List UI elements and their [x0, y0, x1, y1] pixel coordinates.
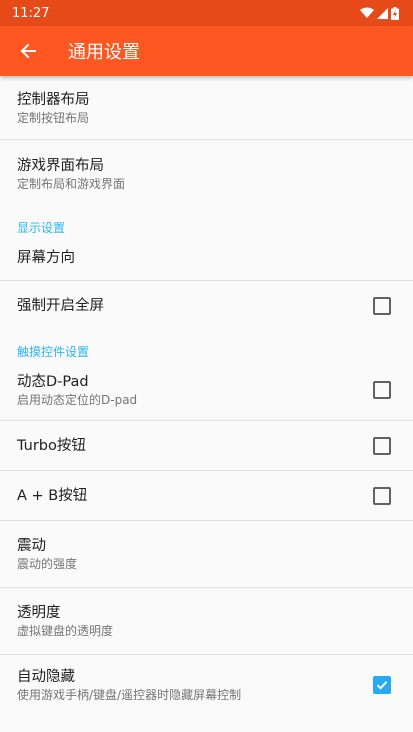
setting-text: 强制开启全屏: [17, 296, 104, 316]
setting-title: 动态D-Pad: [17, 374, 89, 390]
setting-screen-orientation[interactable]: 屏幕方向: [0, 236, 413, 281]
category-display: 显示设置: [17, 221, 66, 235]
app-bar: 通用设置: [0, 26, 413, 76]
setting-text: A + B按钮: [17, 486, 87, 506]
setting-vibration[interactable]: 震动 震动的强度: [0, 521, 413, 588]
setting-title: A + B按钮: [17, 487, 88, 504]
setting-text: 透明度 虚拟键盘的透明度: [17, 603, 113, 639]
force-fullscreen-checkbox[interactable]: [373, 297, 391, 315]
setting-text: 动态D-Pad 启用动态定位的D-pad: [17, 372, 137, 408]
status-time: 11:27: [12, 5, 50, 21]
setting-summary: 虚拟键盘的透明度: [17, 624, 114, 638]
setting-auto-hide[interactable]: 自动隐藏 使用游戏手柄/键盘/遥控器时隐藏屏幕控制: [0, 655, 413, 715]
auto-hide-checkbox[interactable]: [373, 676, 391, 694]
back-button[interactable]: [0, 26, 56, 76]
setting-text: 自动隐藏 使用游戏手柄/键盘/遥控器时隐藏屏幕控制: [17, 667, 241, 703]
settings-list: 控制器布局 定制按钮布局 游戏界面布局 定制布局和游戏界面 显示设置 屏幕方向 …: [0, 76, 413, 715]
status-bar: 11:27: [0, 0, 413, 26]
check-icon: [376, 681, 388, 690]
setting-title: Turbo按钮: [17, 437, 86, 454]
setting-text: 震动 震动的强度: [17, 536, 77, 572]
setting-text: Turbo按钮: [17, 436, 86, 456]
setting-text: 屏幕方向: [17, 248, 75, 268]
setting-title: 屏幕方向: [17, 250, 75, 266]
setting-summary: 使用游戏手柄/键盘/遥控器时隐藏屏幕控制: [17, 688, 242, 702]
setting-summary: 启用动态定位的D-pad: [17, 393, 138, 407]
category-touch: 触摸控件设置: [17, 345, 90, 359]
setting-opacity[interactable]: 透明度 虚拟键盘的透明度: [0, 588, 413, 655]
setting-title: 震动: [17, 538, 46, 554]
dynamic-dpad-checkbox[interactable]: [373, 381, 391, 399]
ab-button-checkbox[interactable]: [373, 486, 391, 505]
setting-force-fullscreen[interactable]: 强制开启全屏: [0, 281, 413, 331]
setting-title: 游戏界面布局: [17, 157, 104, 174]
setting-ab-button[interactable]: A + B按钮: [0, 471, 413, 521]
setting-dynamic-dpad[interactable]: 动态D-Pad 启用动态定位的D-pad: [0, 360, 413, 421]
page-title: 通用设置: [68, 42, 140, 63]
arrow-back-icon: [20, 43, 36, 59]
setting-controller-layout[interactable]: 控制器布局 定制按钮布局: [0, 76, 413, 140]
setting-text: 游戏界面布局 定制布局和游戏界面: [17, 156, 125, 192]
setting-game-ui-layout[interactable]: 游戏界面布局 定制布局和游戏界面: [0, 140, 413, 207]
setting-title: 控制器布局: [17, 91, 90, 108]
setting-summary: 震动的强度: [17, 557, 78, 571]
setting-title: 自动隐藏: [17, 669, 75, 685]
setting-summary: 定制按钮布局: [17, 110, 90, 125]
status-icons: [360, 6, 399, 20]
setting-turbo[interactable]: Turbo按钮: [0, 421, 413, 471]
setting-text: 控制器布局 定制按钮布局: [17, 90, 90, 126]
setting-title: 透明度: [17, 605, 61, 621]
battery-icon: [391, 6, 399, 20]
wifi-icon: [360, 7, 374, 18]
signal-icon: [377, 7, 388, 19]
setting-title: 强制开启全屏: [17, 298, 104, 314]
turbo-checkbox[interactable]: [373, 436, 391, 455]
setting-summary: 定制布局和游戏界面: [17, 176, 126, 191]
